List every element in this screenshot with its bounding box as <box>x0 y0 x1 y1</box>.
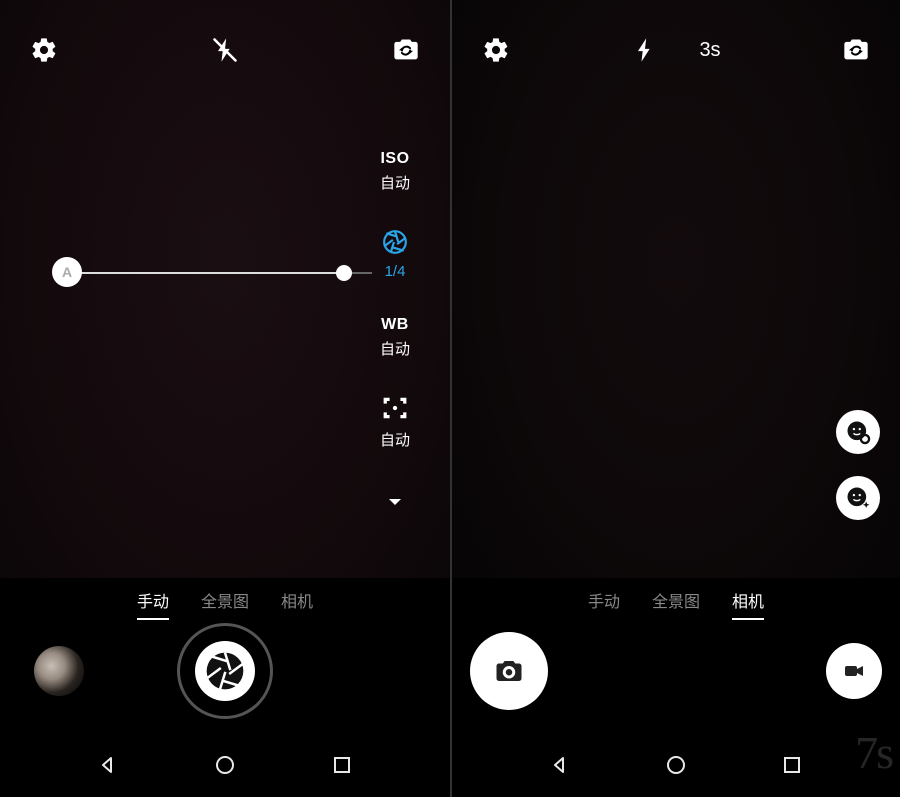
focus-value: 自动 <box>380 429 410 450</box>
focus-icon <box>382 395 408 421</box>
recent-icon <box>780 753 804 777</box>
phone-right: 3s <box>450 0 900 797</box>
flash-on-icon <box>631 36 659 64</box>
manual-controls: ISO 自动 1/4 WB 自动 自动 <box>370 150 420 514</box>
gallery-thumbnail[interactable] <box>34 646 84 696</box>
settings-button[interactable] <box>30 36 58 64</box>
phone-left: ISO 自动 1/4 WB 自动 自动 A <box>0 0 450 797</box>
shutter-blades-icon <box>205 651 245 691</box>
video-button[interactable] <box>826 643 882 699</box>
slider-value-knob[interactable] <box>336 265 352 281</box>
camera-icon <box>494 656 524 686</box>
gear-icon <box>482 36 510 64</box>
camera-switch-icon <box>392 36 420 64</box>
back-icon <box>96 753 120 777</box>
timer-indicator[interactable]: 3s <box>699 39 720 62</box>
flash-button[interactable] <box>631 36 659 64</box>
nav-home-button[interactable] <box>213 753 237 782</box>
slider-auto-knob[interactable]: A <box>52 257 82 287</box>
video-icon <box>842 659 866 683</box>
shutter-inner <box>195 641 255 701</box>
shutter-row-left <box>0 616 450 726</box>
nav-recent-button[interactable] <box>330 753 354 782</box>
home-icon <box>664 753 688 777</box>
nav-back-button[interactable] <box>548 753 572 782</box>
home-icon <box>213 753 237 777</box>
face-sparkle-icon <box>844 484 872 512</box>
camera-switch-button[interactable] <box>842 36 870 64</box>
wb-control[interactable]: WB 自动 <box>380 316 410 359</box>
beauty-controls <box>836 410 880 520</box>
camera-switch-button[interactable] <box>392 36 420 64</box>
aperture-icon <box>382 229 408 255</box>
shutter-value: 1/4 <box>382 263 408 280</box>
recent-icon <box>330 753 354 777</box>
flash-button[interactable] <box>211 36 239 64</box>
wb-value: 自动 <box>380 338 410 359</box>
beauty-button[interactable] <box>836 476 880 520</box>
back-icon <box>548 753 572 777</box>
nav-home-button[interactable] <box>664 753 688 782</box>
shutter-row-right <box>452 616 900 726</box>
shutter-slider[interactable]: A <box>48 257 350 289</box>
flash-off-icon <box>211 36 239 64</box>
nav-recent-button[interactable] <box>780 753 804 782</box>
slider-track <box>78 272 350 274</box>
shutter-button[interactable] <box>470 632 548 710</box>
shutter-speed-control[interactable]: 1/4 <box>382 229 408 280</box>
gear-icon <box>30 36 58 64</box>
face-detect-icon <box>844 418 872 446</box>
wb-label: WB <box>380 316 410 334</box>
topbar-left <box>0 30 450 70</box>
topbar-right: 3s <box>452 30 900 70</box>
iso-value: 自动 <box>380 172 410 193</box>
shutter-button[interactable] <box>177 623 273 719</box>
camera-switch-icon <box>842 36 870 64</box>
face-detect-button[interactable] <box>836 410 880 454</box>
iso-control[interactable]: ISO 自动 <box>380 150 410 193</box>
focus-control[interactable]: 自动 <box>380 395 410 450</box>
chevron-down-icon[interactable] <box>383 490 407 514</box>
settings-button[interactable] <box>482 36 510 64</box>
iso-label: ISO <box>380 150 410 168</box>
navbar-right <box>452 737 900 797</box>
nav-back-button[interactable] <box>96 753 120 782</box>
viewfinder-right[interactable] <box>452 0 900 578</box>
watermark: 7s <box>855 726 892 779</box>
navbar-left <box>0 737 450 797</box>
